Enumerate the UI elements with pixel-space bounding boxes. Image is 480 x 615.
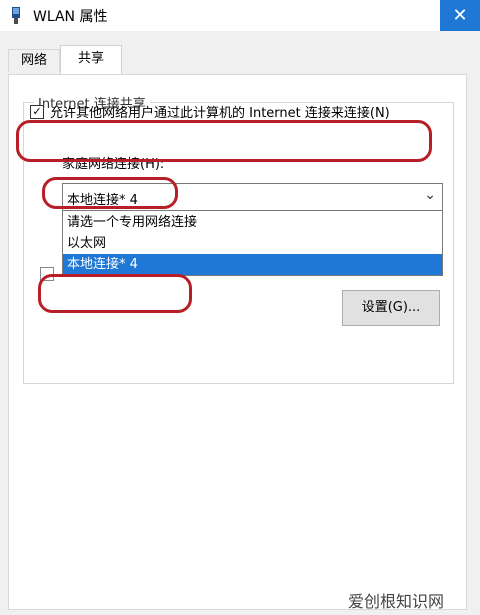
window-title: WLAN 属性 bbox=[33, 9, 108, 25]
dropdown-option[interactable]: 请选一个专用网络连接 bbox=[63, 212, 442, 233]
tab-sharing[interactable]: 共享 bbox=[60, 45, 122, 74]
network-adapter-icon bbox=[12, 7, 20, 24]
checkmark-icon: ✓ bbox=[32, 105, 42, 118]
allow-sharing-checkbox[interactable]: ✓ bbox=[30, 105, 44, 119]
chevron-down-icon[interactable]: ⌄ bbox=[424, 187, 436, 203]
dropdown-option-selected[interactable]: 本地连接* 4 bbox=[63, 254, 442, 275]
highlight-annotation bbox=[16, 120, 432, 162]
tab-network[interactable]: 网络 bbox=[8, 49, 60, 72]
dropdown-option[interactable]: 以太网 bbox=[63, 233, 442, 254]
watermark: 爱创根知识网 bbox=[348, 592, 445, 611]
allow-sharing-label: 允许其他网络用户通过此计算机的 Internet 连接来连接(N) bbox=[50, 106, 390, 121]
home-network-dropdown-list: 请选一个专用网络连接 以太网 本地连接* 4 bbox=[62, 210, 443, 276]
highlight-annotation bbox=[42, 177, 178, 209]
title-bar: WLAN 属性 ✕ bbox=[0, 0, 480, 32]
settings-button[interactable]: 设置(G)... bbox=[342, 290, 440, 326]
highlight-annotation bbox=[38, 274, 192, 313]
close-button[interactable]: ✕ bbox=[440, 0, 480, 31]
